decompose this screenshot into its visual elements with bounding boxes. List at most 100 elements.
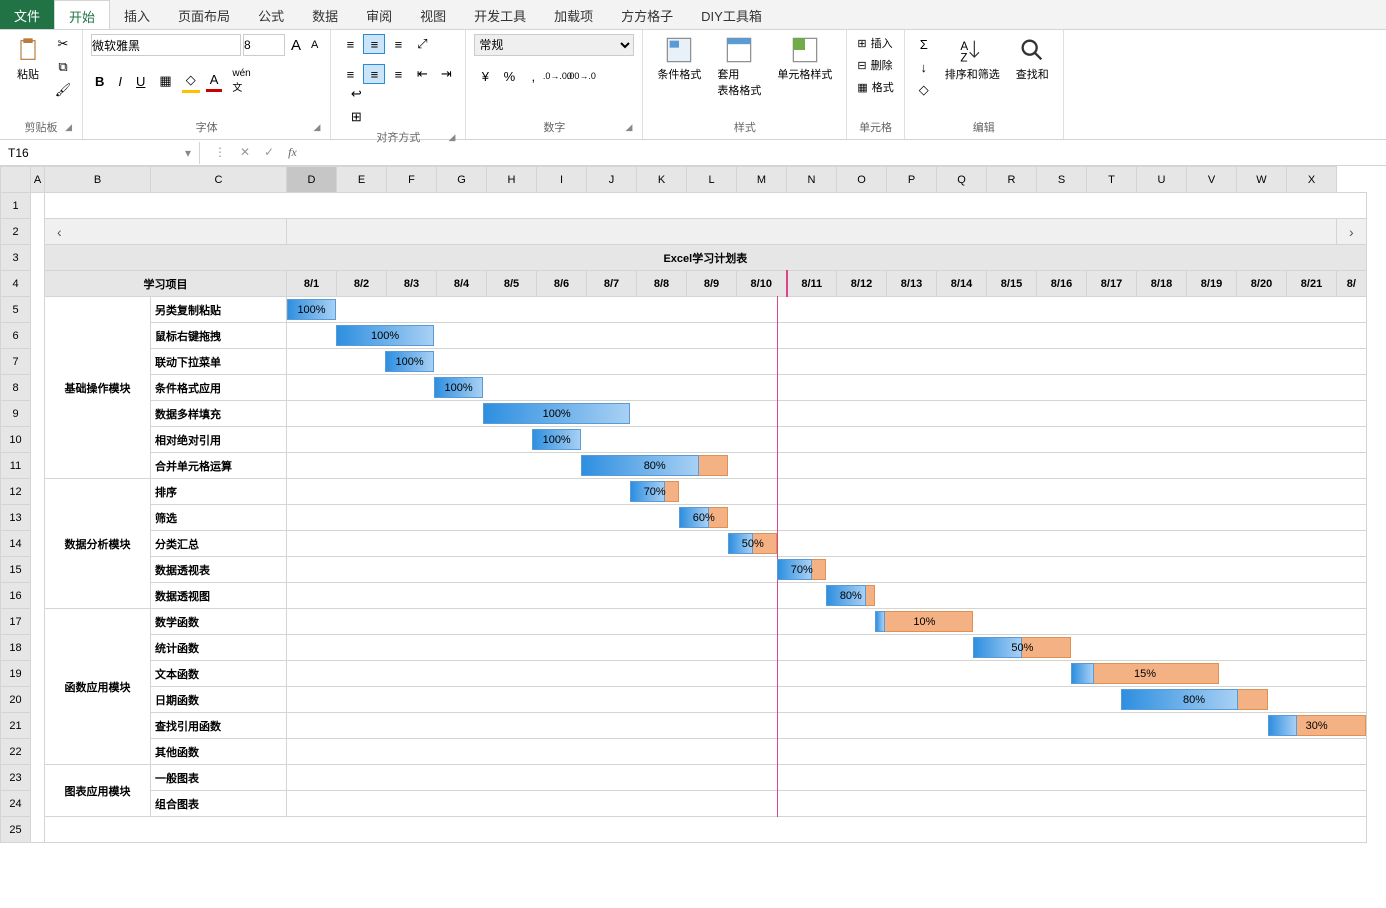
percent-icon[interactable]: % xyxy=(498,66,520,86)
align-right-icon[interactable]: ≡ xyxy=(387,64,409,84)
tab-文件[interactable]: 文件 xyxy=(0,0,54,29)
row-header-15[interactable]: 15 xyxy=(1,557,31,583)
col-header-K[interactable]: K xyxy=(637,167,687,193)
name-box-dropdown-icon[interactable]: ▾ xyxy=(179,146,197,160)
dialog-launcher-icon[interactable]: ◢ xyxy=(625,122,632,133)
currency-icon[interactable]: ¥ xyxy=(474,66,496,86)
tab-页面布局[interactable]: 页面布局 xyxy=(164,0,244,29)
align-top-icon[interactable]: ≡ xyxy=(339,34,361,54)
row-header-11[interactable]: 11 xyxy=(1,453,31,479)
col-header-O[interactable]: O xyxy=(837,167,887,193)
row-header-23[interactable]: 23 xyxy=(1,765,31,791)
insert-cells-button[interactable]: ⊞插入 xyxy=(855,34,895,52)
tab-视图[interactable]: 视图 xyxy=(406,0,460,29)
font-color-icon[interactable]: A xyxy=(206,70,223,92)
col-header-B[interactable]: B xyxy=(45,167,151,193)
col-header-D[interactable]: D xyxy=(287,167,337,193)
col-header-S[interactable]: S xyxy=(1037,167,1087,193)
tab-开发工具[interactable]: 开发工具 xyxy=(460,0,540,29)
orientation-icon[interactable]: ⤢ xyxy=(411,34,433,54)
row-header-18[interactable]: 18 xyxy=(1,635,31,661)
border-icon[interactable]: ▦ xyxy=(155,71,175,91)
row-header-8[interactable]: 8 xyxy=(1,375,31,401)
enter-icon[interactable]: ✓ xyxy=(264,145,274,160)
clear-icon[interactable]: ◇ xyxy=(913,80,935,100)
col-header-G[interactable]: G xyxy=(437,167,487,193)
delete-cells-button[interactable]: ⊟删除 xyxy=(855,56,895,74)
fx-icon[interactable]: fx xyxy=(288,145,297,160)
col-header-N[interactable]: N xyxy=(787,167,837,193)
row-header-25[interactable]: 25 xyxy=(1,817,31,843)
decrease-indent-icon[interactable]: ⇤ xyxy=(411,64,433,84)
col-header-E[interactable]: E xyxy=(337,167,387,193)
find-button[interactable]: 查找和 xyxy=(1010,34,1055,84)
table-format-button[interactable]: 套用 表格格式 xyxy=(711,34,767,100)
fill-icon[interactable]: ↓ xyxy=(913,57,935,77)
nav-left-icon[interactable]: ‹ xyxy=(45,224,74,240)
tab-插入[interactable]: 插入 xyxy=(110,0,164,29)
tab-数据[interactable]: 数据 xyxy=(298,0,352,29)
tab-DIY工具箱[interactable]: DIY工具箱 xyxy=(687,0,776,29)
select-all-corner[interactable] xyxy=(1,167,31,193)
cell-styles-button[interactable]: 单元格样式 xyxy=(771,34,838,84)
fb-dots-icon[interactable]: ⋮ xyxy=(214,145,226,160)
row-header-16[interactable]: 16 xyxy=(1,583,31,609)
wrap-text-icon[interactable]: ↩ xyxy=(345,84,367,104)
col-header-W[interactable]: W xyxy=(1237,167,1287,193)
dialog-launcher-icon[interactable]: ◢ xyxy=(448,132,455,143)
underline-button[interactable]: U xyxy=(132,72,149,91)
cancel-icon[interactable]: ✕ xyxy=(240,145,250,160)
comma-icon[interactable]: , xyxy=(522,66,544,86)
format-painter-icon[interactable]: 🖌 xyxy=(52,80,74,100)
font-name-select[interactable] xyxy=(91,34,241,56)
row-header-19[interactable]: 19 xyxy=(1,661,31,687)
col-header-Q[interactable]: Q xyxy=(937,167,987,193)
dialog-launcher-icon[interactable]: ◢ xyxy=(313,122,320,133)
formula-input[interactable] xyxy=(311,142,1386,164)
dialog-launcher-icon[interactable]: ◢ xyxy=(65,122,72,133)
row-header-9[interactable]: 9 xyxy=(1,401,31,427)
paste-button[interactable]: 粘贴 xyxy=(8,34,48,84)
spreadsheet-grid[interactable]: ABCDEFGHIJKLMNOPQRSTUVWX 12‹›3Excel学习计划表… xyxy=(0,166,1367,843)
row-header-17[interactable]: 17 xyxy=(1,609,31,635)
col-header-M[interactable]: M xyxy=(737,167,787,193)
tab-审阅[interactable]: 审阅 xyxy=(352,0,406,29)
col-header-A[interactable]: A xyxy=(31,167,45,193)
sort-filter-button[interactable]: AZ排序和筛选 xyxy=(939,34,1006,84)
format-cells-button[interactable]: ▦格式 xyxy=(855,78,895,96)
row-header-13[interactable]: 13 xyxy=(1,505,31,531)
align-center-icon[interactable]: ≡ xyxy=(363,64,385,84)
row-header-24[interactable]: 24 xyxy=(1,791,31,817)
increase-decimal-icon[interactable]: .0→.00 xyxy=(546,66,568,86)
row-header-6[interactable]: 6 xyxy=(1,323,31,349)
nav-right-icon[interactable]: › xyxy=(1337,224,1366,240)
col-header-P[interactable]: P xyxy=(887,167,937,193)
tab-方方格子[interactable]: 方方格子 xyxy=(607,0,687,29)
row-header-12[interactable]: 12 xyxy=(1,479,31,505)
align-left-icon[interactable]: ≡ xyxy=(339,64,361,84)
increase-font-icon[interactable]: A xyxy=(287,35,305,56)
col-header-T[interactable]: T xyxy=(1087,167,1137,193)
tab-开始[interactable]: 开始 xyxy=(54,0,110,29)
row-header-1[interactable]: 1 xyxy=(1,193,31,219)
col-header-J[interactable]: J xyxy=(587,167,637,193)
row-header-5[interactable]: 5 xyxy=(1,297,31,323)
italic-button[interactable]: I xyxy=(114,72,126,91)
row-header-22[interactable]: 22 xyxy=(1,739,31,765)
row-header-10[interactable]: 10 xyxy=(1,427,31,453)
autosum-icon[interactable]: Σ xyxy=(913,34,935,54)
row-header-2[interactable]: 2 xyxy=(1,219,31,245)
decrease-font-icon[interactable]: A xyxy=(307,37,322,53)
merge-cells-icon[interactable]: ⊞ xyxy=(345,107,367,127)
fill-color-icon[interactable]: ◇ xyxy=(182,70,200,93)
cut-icon[interactable]: ✂ xyxy=(52,34,74,54)
copy-icon[interactable]: ⧉ xyxy=(52,57,74,77)
row-header-21[interactable]: 21 xyxy=(1,713,31,739)
font-size-select[interactable] xyxy=(243,34,285,56)
row-header-4[interactable]: 4 xyxy=(1,271,31,297)
number-format-select[interactable]: 常规 xyxy=(474,34,634,56)
col-header-X[interactable]: X xyxy=(1287,167,1337,193)
tab-加载项[interactable]: 加载项 xyxy=(540,0,607,29)
name-box-input[interactable] xyxy=(2,142,179,164)
col-header-U[interactable]: U xyxy=(1137,167,1187,193)
